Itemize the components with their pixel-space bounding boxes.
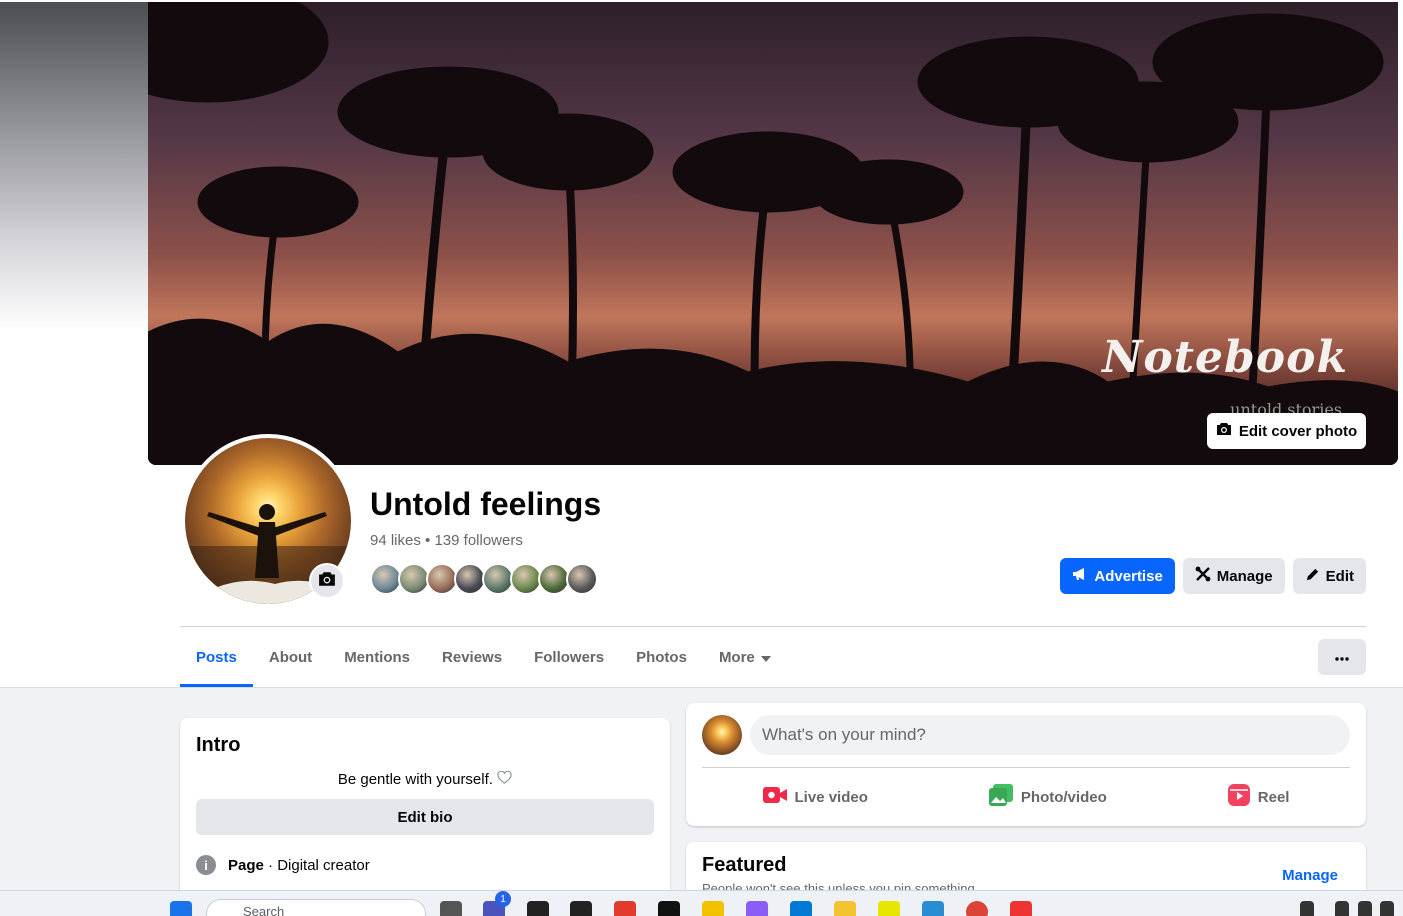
tab-photos[interactable]: Photos [620,627,703,687]
tab-label: Photos [636,648,687,666]
tab-more[interactable]: More [703,627,787,687]
tab-label: More [718,648,755,666]
featured-manage-link[interactable]: Manage [1282,867,1338,884]
app-icon[interactable] [1010,901,1032,916]
tab-label: Reviews [442,648,503,666]
app-icon[interactable] [746,901,768,916]
ellipsis-icon [1335,648,1349,666]
camera-icon [1216,422,1232,440]
app-icon[interactable] [878,901,900,916]
windows-taskbar: Search 1 [0,890,1403,916]
tab-reviews[interactable]: Reviews [426,627,518,687]
tab-mentions[interactable]: Mentions [328,627,426,687]
update-profile-picture-button[interactable] [309,563,345,599]
advertise-label: Advertise [1094,567,1163,585]
edit-cover-photo-label: Edit cover photo [1238,422,1358,440]
photos-icon[interactable] [922,901,944,916]
tab-label: About [268,648,313,666]
pencil-icon [1305,567,1320,586]
battery-icon[interactable] [1380,901,1394,916]
page-actions: Advertise Manage Edit [1060,558,1366,594]
volume-icon[interactable] [1358,901,1372,916]
camera-icon [318,571,336,592]
audio-app-icon[interactable] [658,901,680,916]
composer-divider [702,767,1350,768]
likes-link[interactable]: 94 likes [370,532,421,549]
photo-icon [988,784,1013,810]
info-icon: i [196,855,216,875]
tab-about[interactable]: About [253,627,328,687]
reel-icon [1227,784,1250,810]
manage-button[interactable]: Manage [1182,558,1285,594]
reel-label: Reel [1257,788,1290,806]
video-camera-icon [762,786,787,808]
megaphone-icon [1072,567,1088,585]
page-category: i Page · Digital creator [196,855,654,875]
tab-posts[interactable]: Posts [180,627,253,687]
left-gradient [0,0,148,330]
post-composer: What's on your mind? Live video Photo/vi… [686,703,1366,826]
edit-label: Edit [1325,567,1354,585]
manage-label: Manage [1216,567,1273,585]
bio-label: Be gentle with yourself. [337,771,493,788]
live-video-label: Live video [794,788,868,806]
chrome-icon[interactable] [966,901,988,916]
tab-label: Mentions [344,648,411,666]
page-category-text: Page · Digital creator [228,857,370,874]
photo-video-label: Photo/video [1020,788,1107,806]
task-view-icon[interactable] [440,901,462,916]
heart-icon [497,770,512,788]
live-video-button[interactable]: Live video [749,776,882,818]
reel-button[interactable]: Reel [1214,776,1304,818]
page-category-value: · Digital creator [263,856,370,874]
app-icon[interactable] [702,901,724,916]
tab-followers[interactable]: Followers [518,627,620,687]
app-icon[interactable] [614,901,636,916]
follower-avatars[interactable] [370,563,598,595]
caret-down-icon [760,649,771,666]
tab-label: Followers [534,648,605,666]
composer-avatar[interactable] [702,715,742,755]
edit-cover-photo-button[interactable]: Edit cover photo [1207,413,1366,449]
page-stats: 94 likes • 139 followers [370,532,523,549]
stats-separator: • [420,532,435,549]
palm-silhouettes [148,2,1398,465]
whats-on-your-mind-input[interactable]: What's on your mind? [750,715,1350,755]
advertise-button[interactable]: Advertise [1060,558,1175,594]
taskbar-search[interactable]: Search [206,899,426,916]
store-icon[interactable] [790,901,812,916]
profile-tabs: Posts About Mentions Reviews Followers P… [180,627,787,687]
intro-title: Intro [196,734,241,756]
bio-text: Be gentle with yourself. [196,770,654,788]
followers-link[interactable]: 139 followers [434,532,522,549]
windows-start-icon[interactable] [170,901,192,916]
featured-title: Featured [702,854,787,876]
tabs-bottom-border [0,687,1403,688]
cover-photo[interactable]: Notebook untold stories [148,2,1398,465]
notion-icon[interactable] [570,901,592,916]
intro-card: Intro Be gentle with yourself. Edit bio … [180,718,670,908]
edit-button[interactable]: Edit [1292,558,1366,594]
wifi-icon[interactable] [1335,901,1349,916]
file-explorer-icon[interactable] [834,901,856,916]
edit-bio-button[interactable]: Edit bio [196,799,654,835]
page-title: Untold feelings [370,486,602,522]
tools-icon [1195,566,1211,586]
follower-avatar[interactable] [566,563,598,595]
dropbox-icon[interactable] [527,901,549,916]
notification-badge: 1 [495,891,511,907]
chevron-up-icon[interactable] [1300,901,1314,916]
more-options-button[interactable] [1318,639,1366,675]
cover-brand-text: Notebook [1102,332,1348,383]
page-label: Page [228,856,264,874]
photo-video-button[interactable]: Photo/video [975,776,1121,818]
tab-label: Posts [196,648,237,666]
